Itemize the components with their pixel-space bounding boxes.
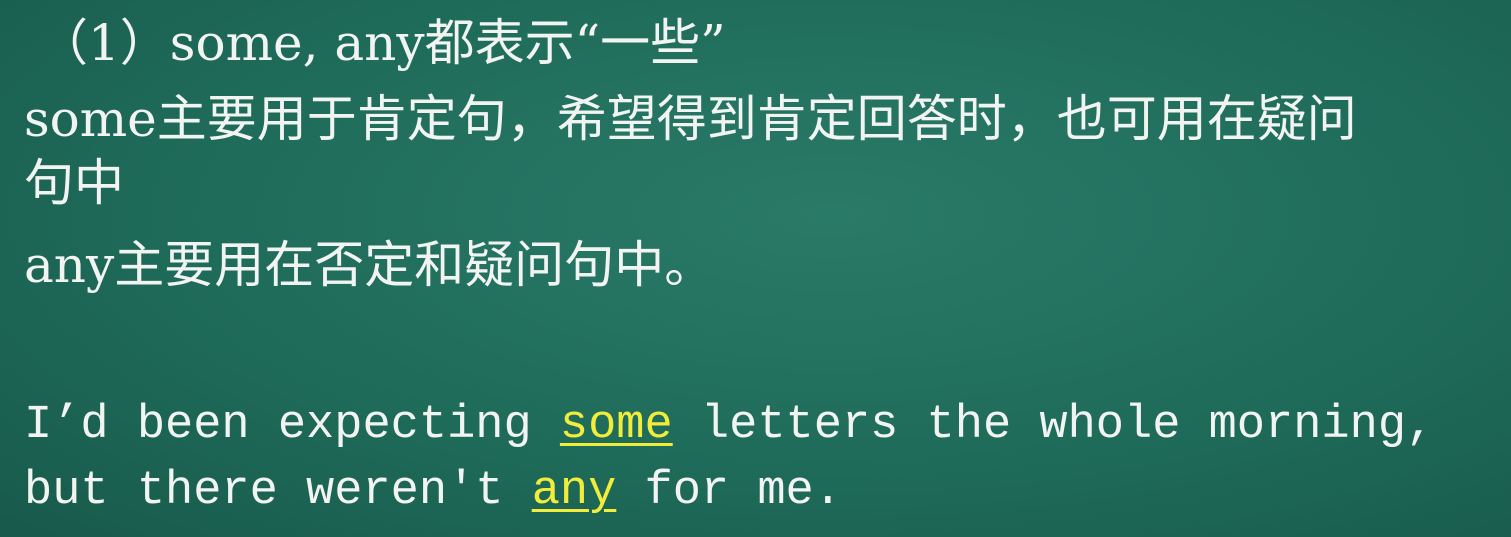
- highlighted-word-any: any: [531, 465, 617, 518]
- example-sentence-line-1: I’d been expecting some letters the whol…: [24, 402, 1434, 449]
- highlighted-word-some: some: [559, 399, 673, 452]
- slide-heading: （1）some, any都表示“一些”: [38, 14, 726, 72]
- some-usage-rule-line-2: 句中: [24, 154, 124, 212]
- example-text: for me.: [616, 465, 842, 518]
- example-sentence-line-2: but there weren't any for me.: [24, 468, 842, 515]
- example-text: I’d been expecting: [24, 399, 560, 452]
- example-text: letters the whole morning,: [672, 399, 1435, 452]
- example-text: but there weren't: [24, 465, 532, 518]
- any-usage-rule: any主要用在否定和疑问句中。: [24, 236, 715, 294]
- some-usage-rule-line-1: some主要用于肯定句，希望得到肯定回答时，也可用在疑问: [24, 90, 1357, 148]
- slide-content: （1）some, any都表示“一些” some主要用于肯定句，希望得到肯定回答…: [0, 0, 1511, 537]
